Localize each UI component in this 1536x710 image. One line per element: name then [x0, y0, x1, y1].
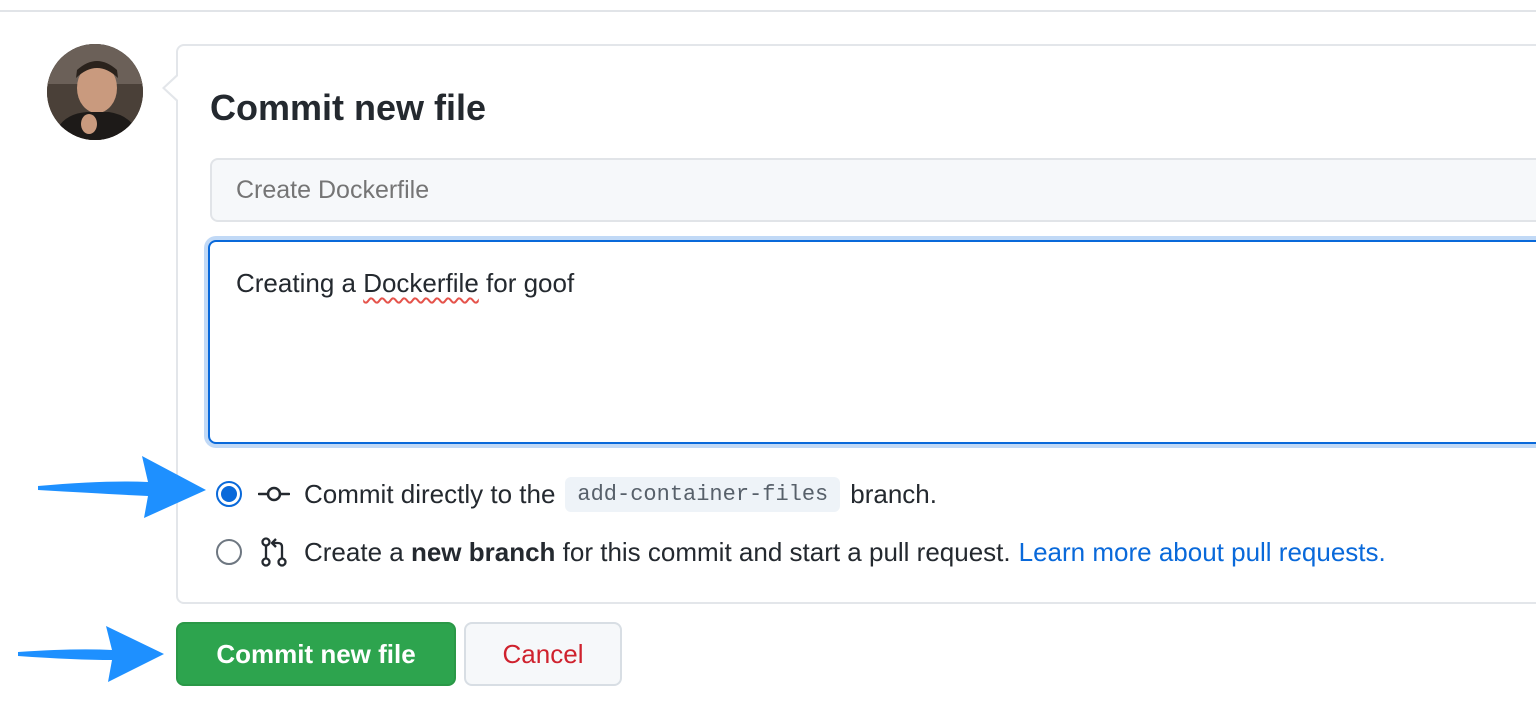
new-branch-label-suffix: for this commit and start a pull request…: [555, 536, 1011, 567]
commit-description-textarea[interactable]: Creating a Dockerfile for goof: [208, 240, 1536, 444]
new-branch-label-prefix: Create a: [304, 536, 411, 567]
avatar: [47, 44, 143, 140]
description-text: Creating a: [236, 268, 364, 298]
page-title: Commit new file: [210, 87, 487, 128]
commit-directly-suffix: branch.: [850, 478, 937, 509]
top-divider: [0, 10, 1536, 12]
misspelled-word: Dockerfile: [363, 268, 479, 298]
commit-directly-option[interactable]: Commit directly to the add-container-fil…: [216, 474, 937, 514]
git-pull-request-icon: [258, 536, 290, 568]
cancel-button[interactable]: Cancel: [464, 622, 622, 686]
annotation-arrow-commit: [18, 626, 164, 682]
annotation-arrow-radio: [38, 456, 206, 518]
branch-name: add-container-files: [565, 476, 841, 512]
new-branch-label-bold: new branch: [410, 536, 556, 567]
description-text-end: for goof: [478, 268, 575, 298]
git-commit-icon: [258, 478, 290, 510]
commit-new-file-button[interactable]: Commit new file: [176, 622, 456, 686]
commit-summary-input[interactable]: [210, 158, 1536, 222]
new-branch-option[interactable]: Create a new branch for this commit and …: [216, 532, 1386, 572]
new-branch-radio[interactable]: [216, 539, 242, 565]
learn-more-pull-requests-link[interactable]: Learn more about pull requests.: [1019, 537, 1386, 568]
commit-directly-radio[interactable]: [216, 481, 242, 507]
commit-directly-label: Commit directly to the: [304, 478, 556, 509]
